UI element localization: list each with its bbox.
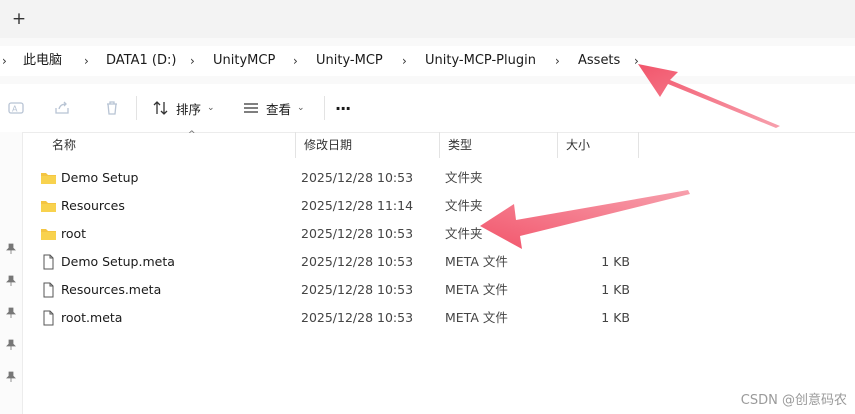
- view-icon: [244, 103, 258, 113]
- list-item[interactable]: Resources 2025/12/28 11:14 文件夹: [22, 192, 855, 220]
- pin-icon[interactable]: [5, 339, 17, 351]
- file-modified: 2025/12/28 10:53: [301, 254, 414, 269]
- file-name: Demo Setup: [61, 170, 139, 185]
- chevron-right-icon[interactable]: ›: [2, 46, 7, 76]
- sort-label: 排序: [176, 101, 202, 117]
- more-options-button[interactable]: ···: [335, 96, 351, 120]
- chevron-down-icon: ⌄: [297, 103, 305, 113]
- breadcrumb-item-unitymcp[interactable]: UnityMCP: [213, 46, 275, 76]
- breadcrumb[interactable]: › 此电脑 › DATA1 (D:) › UnityMCP › Unity-MC…: [0, 46, 855, 76]
- file-size: 1 KB: [601, 254, 630, 269]
- file-modified: 2025/12/28 10:53: [301, 310, 414, 325]
- list-item[interactable]: root 2025/12/28 10:53 文件夹: [22, 220, 855, 248]
- folder-icon: [41, 229, 56, 240]
- view-label: 查看: [266, 101, 292, 117]
- new-tab-button[interactable]: +: [9, 9, 29, 29]
- column-header-size[interactable]: 大小: [558, 132, 639, 158]
- tab-strip: +: [0, 0, 855, 38]
- file-size: 1 KB: [601, 310, 630, 325]
- file-size: 1 KB: [601, 282, 630, 297]
- list-item[interactable]: Demo Setup.meta 2025/12/28 10:53 META 文件 1 …: [22, 248, 855, 276]
- file-type: 文件夹: [445, 198, 483, 213]
- file-size: [520, 164, 630, 192]
- chevron-right-icon[interactable]: ›: [84, 46, 89, 76]
- file-size: [520, 220, 630, 248]
- file-icon: [43, 310, 54, 326]
- navigation-pane: [0, 132, 23, 414]
- folder-icon: [41, 173, 56, 184]
- chevron-down-icon: ⌄: [207, 103, 215, 113]
- rename-icon[interactable]: A: [6, 98, 26, 118]
- watermark: CSDN @创意码农: [740, 393, 847, 408]
- toolbar-divider: [324, 96, 325, 120]
- file-size: [520, 192, 630, 220]
- chevron-right-icon[interactable]: ›: [293, 46, 298, 76]
- file-name: root.meta: [61, 310, 123, 325]
- file-type: META 文件: [445, 254, 508, 269]
- breadcrumb-item-this-pc[interactable]: 此电脑: [23, 46, 62, 76]
- chevron-right-icon[interactable]: ›: [190, 46, 195, 76]
- pin-icon[interactable]: [5, 275, 17, 287]
- list-item[interactable]: Demo Setup 2025/12/28 10:53 文件夹: [22, 164, 855, 192]
- sort-button[interactable]: 排序 ⌄: [152, 96, 215, 120]
- file-modified: 2025/12/28 11:14: [301, 198, 414, 213]
- file-name: Resources: [61, 198, 125, 213]
- chevron-right-icon[interactable]: ›: [402, 46, 407, 76]
- file-modified: 2025/12/28 10:53: [301, 282, 414, 297]
- pin-icon[interactable]: [5, 307, 17, 319]
- sort-icon: [153, 101, 168, 115]
- pin-icon[interactable]: [5, 243, 17, 255]
- file-name: Resources.meta: [61, 282, 162, 297]
- file-modified: 2025/12/28 10:53: [301, 226, 414, 241]
- list-item[interactable]: Resources.meta 2025/12/28 10:53 META 文件 1 K…: [22, 276, 855, 304]
- pin-icon[interactable]: [5, 371, 17, 383]
- chevron-right-icon[interactable]: ›: [555, 46, 560, 76]
- file-name: root: [61, 226, 87, 241]
- column-header-type[interactable]: 类型: [440, 132, 558, 158]
- column-header-modified[interactable]: 修改日期: [296, 132, 440, 158]
- file-type: META 文件: [445, 310, 508, 325]
- column-header-name[interactable]: 名称: [44, 132, 296, 158]
- file-icon: [43, 254, 54, 270]
- share-icon[interactable]: [52, 98, 72, 118]
- breadcrumb-item-data1[interactable]: DATA1 (D:): [106, 46, 176, 76]
- breadcrumb-item-assets[interactable]: Assets: [578, 46, 620, 76]
- file-name: Demo Setup.meta: [61, 254, 175, 269]
- toolbar-divider: [136, 96, 137, 120]
- sort-ascending-icon: ^: [188, 130, 196, 140]
- file-type: 文件夹: [445, 170, 483, 185]
- folder-icon: [41, 201, 56, 212]
- file-modified: 2025/12/28 10:53: [301, 170, 414, 185]
- command-bar: A 排序 ⌄ 查看 ⌄ ···: [0, 84, 855, 133]
- list-item[interactable]: root.meta 2025/12/28 10:53 META 文件 1 KB: [22, 304, 855, 332]
- view-button[interactable]: 查看 ⌄: [242, 96, 305, 120]
- breadcrumb-item-unity-mcp[interactable]: Unity-MCP: [316, 46, 383, 76]
- column-header: 名称 ^ 修改日期 类型 大小: [22, 130, 855, 158]
- address-bar: › 此电脑 › DATA1 (D:) › UnityMCP › Unity-MC…: [0, 38, 855, 85]
- breadcrumb-item-unity-mcp-plugin[interactable]: Unity-MCP-Plugin: [425, 46, 536, 76]
- svg-text:A: A: [12, 105, 18, 114]
- file-icon: [43, 282, 54, 298]
- chevron-right-icon[interactable]: ›: [634, 46, 639, 76]
- file-type: 文件夹: [445, 226, 483, 241]
- file-type: META 文件: [445, 282, 508, 297]
- delete-icon[interactable]: [102, 98, 122, 118]
